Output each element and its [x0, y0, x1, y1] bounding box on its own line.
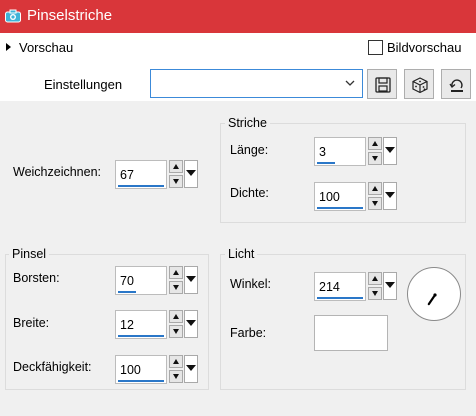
save-icon	[375, 77, 391, 93]
arrow-up-icon	[372, 141, 378, 146]
angle-decrement-button[interactable]	[368, 287, 382, 300]
arrow-up-icon	[173, 270, 179, 275]
image-preview-checkbox[interactable]	[368, 40, 383, 55]
density-decrement-button[interactable]	[368, 197, 382, 210]
opacity-value: 100	[120, 363, 141, 377]
preview-toggle-label[interactable]: Vorschau	[19, 40, 73, 56]
settings-label: Einstellungen	[44, 77, 123, 92]
arrow-down-icon	[173, 179, 179, 184]
density-label: Dichte:	[230, 186, 269, 200]
width-input[interactable]: 12	[115, 310, 167, 339]
opacity-increment-button[interactable]	[169, 355, 183, 368]
density-menu-button[interactable]	[383, 182, 397, 210]
triangle-down-icon	[186, 170, 196, 176]
arrow-up-icon	[173, 314, 179, 319]
width-decrement-button[interactable]	[169, 325, 183, 338]
angle-value: 214	[319, 280, 340, 294]
arrow-up-icon	[173, 164, 179, 169]
bristles-increment-button[interactable]	[169, 266, 183, 279]
angle-input[interactable]: 214	[314, 272, 366, 301]
length-decrement-button[interactable]	[368, 152, 382, 165]
arrow-down-icon	[173, 329, 179, 334]
opacity-decrement-button[interactable]	[169, 370, 183, 383]
arrow-down-icon	[173, 374, 179, 379]
angle-dial[interactable]	[407, 267, 461, 321]
density-input[interactable]: 100	[314, 182, 366, 211]
triangle-down-icon	[385, 282, 395, 288]
density-increment-button[interactable]	[368, 182, 382, 195]
soften-increment-button[interactable]	[169, 160, 183, 173]
arrow-down-icon	[173, 285, 179, 290]
opacity-input[interactable]: 100	[115, 355, 167, 384]
opacity-menu-button[interactable]	[184, 355, 198, 383]
width-label: Breite:	[13, 316, 50, 330]
camera-icon	[5, 9, 21, 23]
light-color-swatch[interactable]	[314, 315, 388, 351]
arrow-up-icon	[372, 186, 378, 191]
randomize-button[interactable]	[404, 69, 434, 99]
soften-value: 67	[120, 168, 134, 182]
light-group-title: Licht	[225, 247, 258, 261]
arrow-down-icon	[372, 291, 378, 296]
bristles-menu-button[interactable]	[184, 266, 198, 294]
angle-label: Winkel:	[230, 277, 271, 291]
stroke-group-title: Striche	[225, 116, 270, 130]
length-increment-button[interactable]	[368, 137, 382, 150]
angle-menu-button[interactable]	[383, 272, 397, 300]
width-increment-button[interactable]	[169, 310, 183, 323]
triangle-down-icon	[186, 365, 196, 371]
image-preview-label[interactable]: Bildvorschau	[387, 40, 461, 56]
dice-icon	[412, 77, 428, 94]
length-menu-button[interactable]	[383, 137, 397, 165]
width-value: 12	[120, 318, 134, 332]
triangle-down-icon	[186, 276, 196, 282]
reset-button[interactable]	[441, 69, 471, 99]
reset-icon	[449, 79, 463, 92]
expand-triangle-icon[interactable]	[6, 43, 11, 51]
arrow-down-icon	[372, 156, 378, 161]
length-value: 3	[319, 145, 326, 159]
width-menu-button[interactable]	[184, 310, 198, 338]
density-value: 100	[319, 190, 340, 204]
chevron-down-icon[interactable]	[345, 77, 355, 87]
angle-needle-icon	[427, 293, 437, 306]
length-label: Länge:	[230, 143, 269, 157]
bristles-value: 70	[120, 274, 134, 288]
opacity-label: Deckfähigkeit:	[13, 360, 92, 374]
brush-group-title: Pinsel	[9, 247, 50, 261]
bristles-decrement-button[interactable]	[169, 281, 183, 294]
angle-increment-button[interactable]	[368, 272, 382, 285]
arrow-up-icon	[372, 276, 378, 281]
save-preset-button[interactable]	[367, 69, 397, 99]
color-label: Farbe:	[230, 326, 267, 340]
soften-decrement-button[interactable]	[169, 175, 183, 188]
length-input[interactable]: 3	[314, 137, 366, 166]
triangle-down-icon	[385, 147, 395, 153]
arrow-down-icon	[372, 201, 378, 206]
triangle-down-icon	[186, 320, 196, 326]
soften-input[interactable]: 67	[115, 160, 167, 189]
bristles-label: Borsten:	[13, 271, 60, 285]
triangle-down-icon	[385, 192, 395, 198]
arrow-up-icon	[173, 359, 179, 364]
window-title: Pinselstriche	[27, 7, 113, 24]
soften-label: Weichzeichnen:	[13, 165, 102, 179]
soften-menu-button[interactable]	[184, 160, 198, 188]
settings-dropdown[interactable]	[150, 69, 363, 98]
bristles-input[interactable]: 70	[115, 266, 167, 295]
